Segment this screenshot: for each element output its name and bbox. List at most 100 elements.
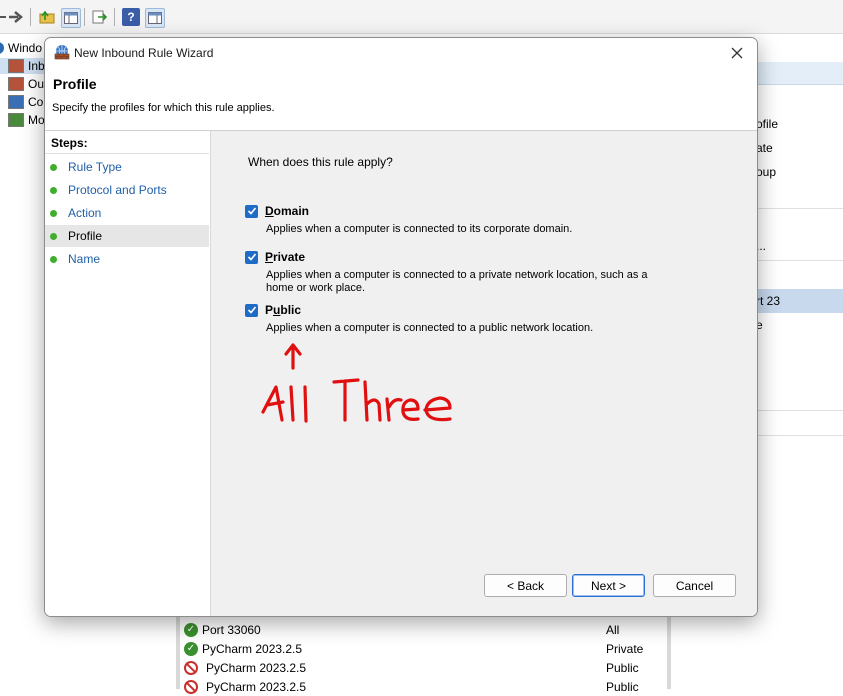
step-complete-icon <box>50 209 57 217</box>
profile-question: When does this rule apply? <box>248 155 393 169</box>
back-button[interactable]: < Back <box>484 574 567 597</box>
action-selected-rule[interactable]: rt 23 <box>756 289 843 313</box>
step-label: Name <box>68 252 101 266</box>
checkmark-icon <box>247 306 256 314</box>
public-label[interactable]: Public <box>265 303 301 317</box>
show-action-pane-icon[interactable] <box>145 8 165 28</box>
tree-item-label: Ou <box>28 77 45 91</box>
action-filter-state[interactable]: ate <box>756 137 843 159</box>
table-row[interactable]: ✓ Port 33060 All <box>184 620 644 639</box>
allow-check-icon: ✓ <box>184 641 198 656</box>
step-pending-icon <box>50 255 57 263</box>
tree-item-inbound[interactable]: Inb <box>0 58 45 74</box>
actions-divider <box>756 435 843 436</box>
action-filter-profile[interactable]: ofile <box>756 113 843 135</box>
firewall-globe-icon <box>54 45 70 60</box>
rule-name: PyCharm 2023.2.5 <box>206 660 307 675</box>
private-checkbox[interactable] <box>245 251 258 264</box>
help-icon[interactable]: ? <box>122 8 140 26</box>
step-action[interactable]: Action <box>45 202 209 224</box>
tree-item-label: Co <box>28 95 44 109</box>
table-row[interactable]: PyCharm 2023.2.5 Public <box>184 677 644 696</box>
actions-divider <box>756 410 843 411</box>
step-label: Protocol and Ports <box>68 183 167 197</box>
action-label: ate <box>756 141 773 155</box>
page-title: Profile <box>53 76 97 92</box>
actions-divider <box>756 260 843 261</box>
step-profile: Profile <box>45 225 209 247</box>
step-label: Rule Type <box>68 160 122 174</box>
export-list-icon[interactable] <box>91 8 109 26</box>
checkmark-icon <box>247 253 256 261</box>
action-label: oup <box>756 165 777 179</box>
page-subtitle: Specify the profiles for which this rule… <box>52 102 275 114</box>
rule-name: Port 33060 <box>202 622 261 637</box>
rule-profile: Private <box>606 641 644 656</box>
inbound-rules-icon <box>8 59 24 73</box>
tree-item-monitoring[interactable]: Mo <box>0 112 45 128</box>
next-button[interactable]: Next > <box>572 574 645 597</box>
tree-item-label: Inb <box>28 59 45 73</box>
public-description: Applies when a computer is connected to … <box>266 322 594 334</box>
rule-profile: Public <box>606 679 639 694</box>
domain-description: Applies when a computer is connected to … <box>266 223 573 235</box>
rule-name: PyCharm 2023.2.5 <box>206 679 307 694</box>
rule-name: PyCharm 2023.2.5 <box>202 641 303 656</box>
step-current-icon <box>50 232 57 240</box>
toolbar-divider <box>114 8 115 26</box>
actions-pane-header <box>756 62 843 85</box>
rule-profile: Public <box>606 660 639 675</box>
action-disable-rule[interactable]: e <box>756 314 843 336</box>
firewall-icon <box>0 42 4 54</box>
domain-checkbox[interactable] <box>245 205 258 218</box>
action-label: ofile <box>756 117 779 131</box>
action-filter-group[interactable]: oup <box>756 161 843 183</box>
toolbar-divider <box>84 8 85 26</box>
actions-divider <box>756 208 843 209</box>
close-button[interactable] <box>717 38 757 68</box>
toolbar-divider <box>30 8 31 26</box>
step-rule-type[interactable]: Rule Type <box>45 156 209 178</box>
close-icon <box>731 47 743 59</box>
wizard-content: When does this rule apply? Domain Applie… <box>211 131 757 616</box>
rules-list: ✓ Port 33060 All ✓ PyCharm 2023.2.5 Priv… <box>176 614 671 694</box>
steps-panel: Steps: Rule Type Protocol and Ports Acti… <box>45 131 211 616</box>
table-row[interactable]: PyCharm 2023.2.5 Public <box>184 658 644 677</box>
cancel-button[interactable]: Cancel <box>653 574 736 597</box>
new-inbound-rule-wizard: New Inbound Rule Wizard Profile Specify … <box>44 37 758 617</box>
public-checkbox[interactable] <box>245 304 258 317</box>
step-complete-icon <box>50 186 57 194</box>
connection-security-icon <box>8 95 24 109</box>
table-row[interactable]: ✓ PyCharm 2023.2.5 Private <box>184 639 644 658</box>
step-protocol-and-ports[interactable]: Protocol and Ports <box>45 179 209 201</box>
tree-item-connection[interactable]: Co <box>0 94 43 110</box>
tree-item-outbound[interactable]: Ou <box>0 76 44 92</box>
steps-divider <box>45 153 209 154</box>
action-export[interactable]: ... <box>756 235 843 257</box>
dialog-titlebar[interactable]: New Inbound Rule Wizard <box>45 38 757 68</box>
domain-label[interactable]: Domain <box>265 204 309 218</box>
wizard-header: Profile Specify the profiles for which t… <box>45 68 757 130</box>
tree-root[interactable]: Windo <box>0 40 42 56</box>
up-folder-icon[interactable] <box>38 8 56 26</box>
block-icon <box>184 679 198 694</box>
private-description: Applies when a computer is connected to … <box>266 269 648 294</box>
outbound-rules-icon <box>8 77 24 91</box>
step-label: Profile <box>68 229 103 243</box>
private-label[interactable]: Private <box>265 250 305 264</box>
block-icon <box>184 660 198 675</box>
rule-profile: All <box>606 622 620 637</box>
actions-pane: ofile ate oup ... rt 23 e <box>756 60 843 440</box>
tree-root-label: Windo <box>8 41 43 55</box>
step-name[interactable]: Name <box>45 248 209 270</box>
checkmark-icon <box>247 207 256 215</box>
action-label: rt 23 <box>756 294 781 308</box>
show-console-tree-icon[interactable] <box>61 8 81 28</box>
dialog-title: New Inbound Rule Wizard <box>74 46 214 60</box>
allow-check-icon: ✓ <box>184 622 198 637</box>
step-label: Action <box>68 206 102 220</box>
mmc-toolbar: ? <box>0 0 843 34</box>
monitoring-icon <box>8 113 24 127</box>
step-complete-icon <box>50 163 57 171</box>
forward-arrow-icon[interactable] <box>7 8 25 26</box>
